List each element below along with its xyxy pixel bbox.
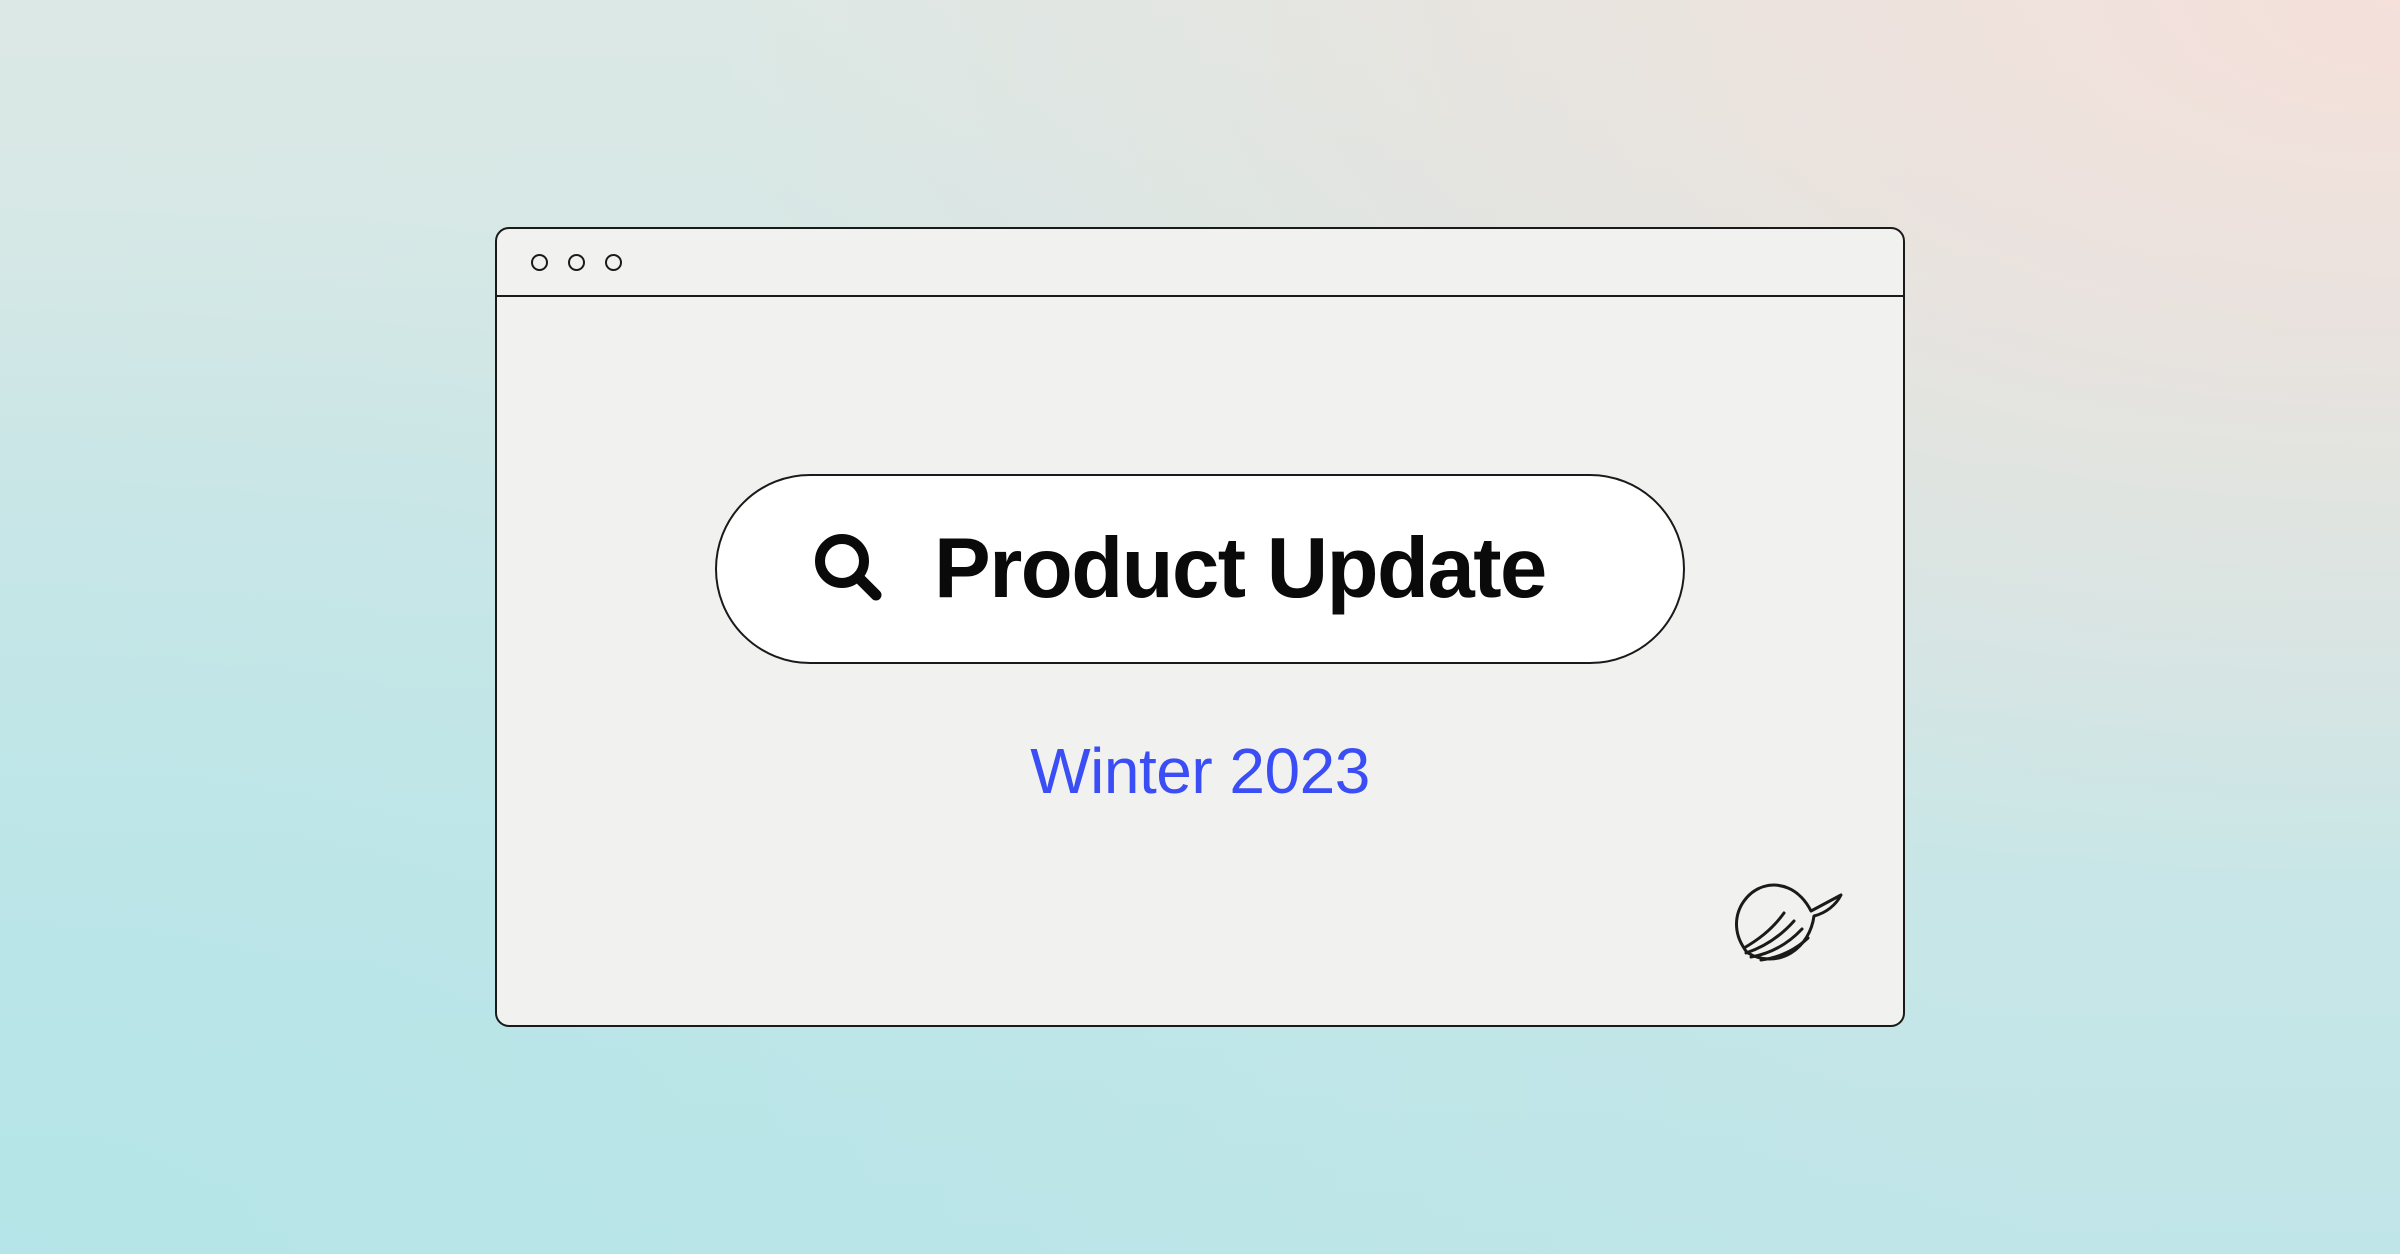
window-control-minimize[interactable] xyxy=(568,254,585,271)
window-title-bar xyxy=(497,229,1903,297)
search-title: Product Update xyxy=(934,520,1546,618)
browser-window: Product Update Winter 2023 xyxy=(495,227,1905,1027)
search-icon xyxy=(812,531,884,608)
window-body: Product Update Winter 2023 xyxy=(497,297,1903,1025)
window-control-maximize[interactable] xyxy=(605,254,622,271)
subtitle: Winter 2023 xyxy=(1030,734,1370,808)
search-bar[interactable]: Product Update xyxy=(715,474,1685,664)
hummingbird-logo-icon xyxy=(1716,853,1851,983)
window-control-close[interactable] xyxy=(531,254,548,271)
